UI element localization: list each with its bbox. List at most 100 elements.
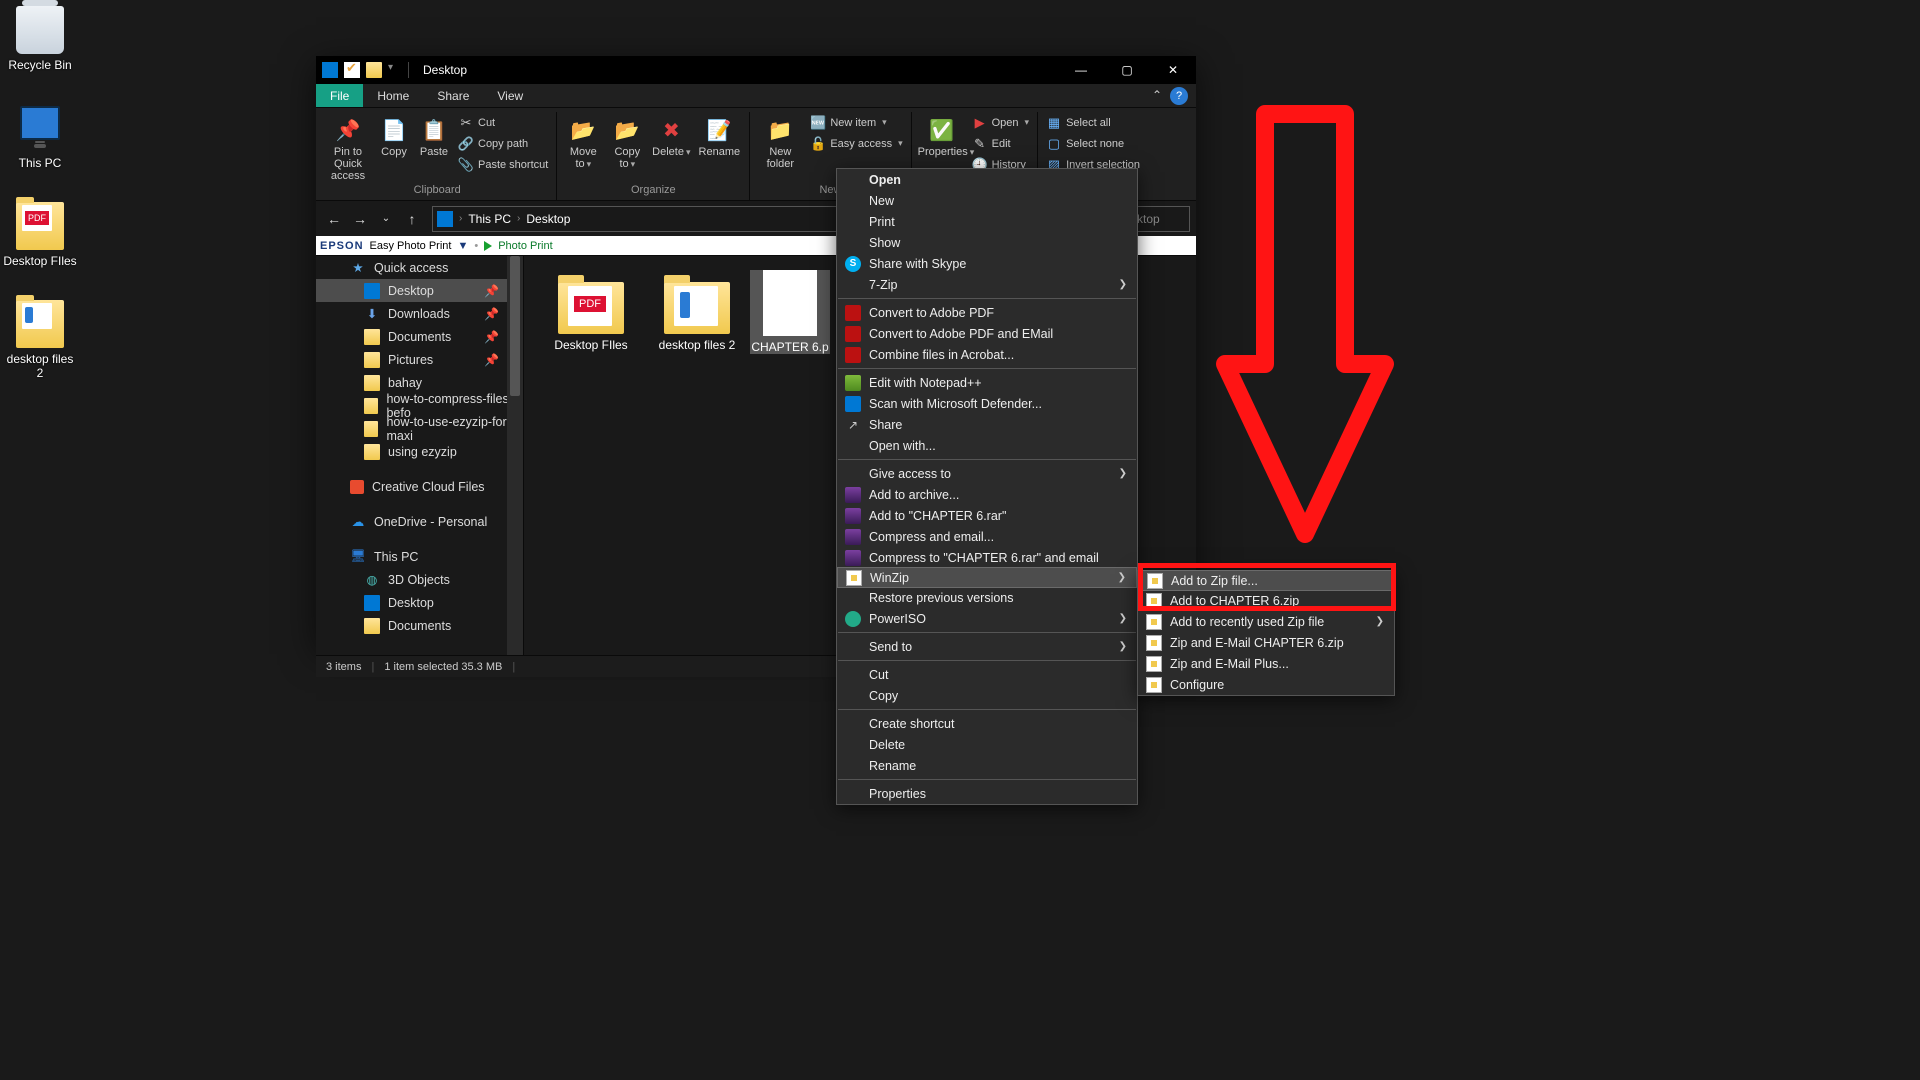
- up-button[interactable]: ↑: [400, 205, 424, 233]
- navigation-tree[interactable]: ★Quick access Desktop📌 ⬇Downloads📌 Docum…: [316, 256, 524, 655]
- winzip-icon: [1146, 677, 1162, 693]
- desktop-icon-desktop-files[interactable]: Desktop FIles: [2, 202, 78, 268]
- tab-home[interactable]: Home: [363, 84, 423, 107]
- ctx-delete[interactable]: Delete: [837, 734, 1137, 755]
- nav-pc-desktop[interactable]: Desktop: [316, 591, 523, 614]
- properties-button[interactable]: ✅Properties▾: [916, 112, 968, 158]
- file-item-chapter6-selected[interactable]: CHAPTER 6.p: [750, 270, 830, 354]
- ctx-show[interactable]: Show: [837, 232, 1137, 253]
- nav-using-ezyzip[interactable]: using ezyzip: [316, 440, 523, 463]
- qa-chevron-icon[interactable]: ▾: [388, 62, 398, 78]
- minimize-button[interactable]: —: [1058, 56, 1104, 84]
- ctx-print[interactable]: Print: [837, 211, 1137, 232]
- rename-button[interactable]: 📝Rename: [693, 112, 745, 158]
- pin-button[interactable]: 📌Pin to Quick access: [322, 112, 374, 182]
- copy-to-button[interactable]: 📂Copy to▾: [605, 112, 649, 170]
- ctx-7zip[interactable]: 7-Zip❯: [837, 274, 1137, 295]
- tab-share[interactable]: Share: [423, 84, 483, 107]
- file-item-desktop-files[interactable]: Desktop FIles: [538, 270, 644, 352]
- ctx-send-to[interactable]: Send to❯: [837, 636, 1137, 657]
- ctx-copy[interactable]: Copy: [837, 685, 1137, 706]
- tab-file[interactable]: File: [316, 84, 363, 107]
- tab-view[interactable]: View: [483, 84, 537, 107]
- recent-dropdown[interactable]: ⌄: [374, 205, 398, 233]
- ctx-rename[interactable]: Rename: [837, 755, 1137, 776]
- ctx-winzip[interactable]: WinZip❯: [837, 567, 1137, 588]
- ctx-give-access[interactable]: Give access to❯: [837, 463, 1137, 484]
- winzip-submenu[interactable]: Add to Zip file... Add to CHAPTER 6.zip …: [1137, 570, 1395, 696]
- ctx-compress-rar-email[interactable]: Compress to "CHAPTER 6.rar" and email: [837, 547, 1137, 568]
- file-item-desktop-files-2[interactable]: desktop files 2: [644, 270, 750, 352]
- nav-pictures[interactable]: Pictures📌: [316, 348, 523, 371]
- copy-path-button[interactable]: 🔗Copy path: [454, 133, 552, 154]
- copy-button[interactable]: 📄Copy: [374, 112, 414, 158]
- nav-desktop[interactable]: Desktop📌: [316, 279, 523, 302]
- ctx-open-with[interactable]: Open with...: [837, 435, 1137, 456]
- nav-this-pc[interactable]: 🖥This PC: [316, 545, 523, 568]
- delete-button[interactable]: ✖Delete▾: [649, 112, 693, 158]
- photo-print-button[interactable]: Photo Print: [484, 240, 552, 252]
- epson-dropdown-icon[interactable]: ▼: [457, 240, 468, 252]
- sub-add-to-chapter6[interactable]: Add to CHAPTER 6.zip: [1138, 590, 1394, 611]
- nav-onedrive[interactable]: ☁OneDrive - Personal: [316, 510, 523, 533]
- titlebar[interactable]: ▾ Desktop — ▢ ✕: [316, 56, 1196, 84]
- move-to-button[interactable]: 📂Move to▾: [561, 112, 605, 170]
- select-none-button[interactable]: ▢Select none: [1042, 133, 1144, 154]
- ctx-add-rar[interactable]: Add to "CHAPTER 6.rar": [837, 505, 1137, 526]
- breadcrumb-desktop[interactable]: Desktop: [526, 212, 570, 226]
- back-button[interactable]: ←: [322, 205, 346, 233]
- ctx-properties[interactable]: Properties: [837, 783, 1137, 804]
- paste-button[interactable]: 📋Paste: [414, 112, 454, 158]
- ctx-create-shortcut[interactable]: Create shortcut: [837, 713, 1137, 734]
- forward-button[interactable]: →: [348, 205, 372, 233]
- ctx-cut[interactable]: Cut: [837, 664, 1137, 685]
- sub-zip-email[interactable]: Zip and E-Mail CHAPTER 6.zip: [1138, 632, 1394, 653]
- ctx-new[interactable]: New: [837, 190, 1137, 211]
- nav-scrollbar[interactable]: [507, 256, 523, 655]
- ctx-convert-adobe-pdf-email[interactable]: Convert to Adobe PDF and EMail: [837, 323, 1137, 344]
- cut-button[interactable]: ✂Cut: [454, 112, 552, 133]
- open-button[interactable]: ▶Open▾: [968, 112, 1033, 133]
- easy-access-button[interactable]: 🔓Easy access▾: [806, 133, 906, 154]
- search-input[interactable]: ktop: [1130, 206, 1190, 232]
- desktop-icon-recycle-bin[interactable]: Recycle Bin: [2, 6, 78, 72]
- ctx-open[interactable]: Open: [837, 169, 1137, 190]
- nav-quick-access[interactable]: ★Quick access: [316, 256, 523, 279]
- nav-downloads[interactable]: ⬇Downloads📌: [316, 302, 523, 325]
- ctx-poweriso[interactable]: PowerISO❯: [837, 608, 1137, 629]
- nav-3d-objects[interactable]: ◍3D Objects: [316, 568, 523, 591]
- ctx-compress-email[interactable]: Compress and email...: [837, 526, 1137, 547]
- sub-configure[interactable]: Configure: [1138, 674, 1394, 695]
- maximize-button[interactable]: ▢: [1104, 56, 1150, 84]
- nav-how-ezyzip[interactable]: how-to-use-ezyzip-for-maxi: [316, 417, 523, 440]
- edit-button[interactable]: ✎Edit: [968, 133, 1033, 154]
- qa-properties-icon[interactable]: [344, 62, 360, 78]
- ctx-scan-defender[interactable]: Scan with Microsoft Defender...: [837, 393, 1137, 414]
- new-folder-button[interactable]: 📁New folder: [754, 112, 806, 170]
- menubar: File Home Share View ⌃ ?: [316, 84, 1196, 108]
- sub-add-recent[interactable]: Add to recently used Zip file❯: [1138, 611, 1394, 632]
- qa-folder-icon[interactable]: [366, 62, 382, 78]
- ctx-add-archive[interactable]: Add to archive...: [837, 484, 1137, 505]
- close-button[interactable]: ✕: [1150, 56, 1196, 84]
- ctx-share[interactable]: ↗Share: [837, 414, 1137, 435]
- sub-zip-email-plus[interactable]: Zip and E-Mail Plus...: [1138, 653, 1394, 674]
- nav-documents[interactable]: Documents📌: [316, 325, 523, 348]
- ctx-convert-adobe-pdf[interactable]: Convert to Adobe PDF: [837, 302, 1137, 323]
- nav-creative-cloud[interactable]: Creative Cloud Files: [316, 475, 523, 498]
- select-all-button[interactable]: ▦Select all: [1042, 112, 1144, 133]
- nav-pc-documents[interactable]: Documents: [316, 614, 523, 637]
- sub-add-to-zip[interactable]: Add to Zip file...: [1138, 570, 1394, 591]
- help-icon[interactable]: ?: [1170, 87, 1188, 105]
- desktop-icon-desktop-files-2[interactable]: desktop files 2: [2, 300, 78, 380]
- breadcrumb-this-pc[interactable]: This PC: [468, 212, 511, 226]
- desktop-icon-this-pc[interactable]: This PC: [2, 104, 78, 170]
- ctx-restore-versions[interactable]: Restore previous versions: [837, 587, 1137, 608]
- context-menu[interactable]: Open New Print Show SShare with Skype 7-…: [836, 168, 1138, 805]
- ctx-edit-notepadpp[interactable]: Edit with Notepad++: [837, 372, 1137, 393]
- ribbon-collapse-icon[interactable]: ⌃: [1148, 84, 1166, 107]
- ctx-share-skype[interactable]: SShare with Skype: [837, 253, 1137, 274]
- paste-shortcut-button[interactable]: 📎Paste shortcut: [454, 154, 552, 175]
- new-item-button[interactable]: 🆕New item▾: [806, 112, 906, 133]
- ctx-combine-acrobat[interactable]: Combine files in Acrobat...: [837, 344, 1137, 365]
